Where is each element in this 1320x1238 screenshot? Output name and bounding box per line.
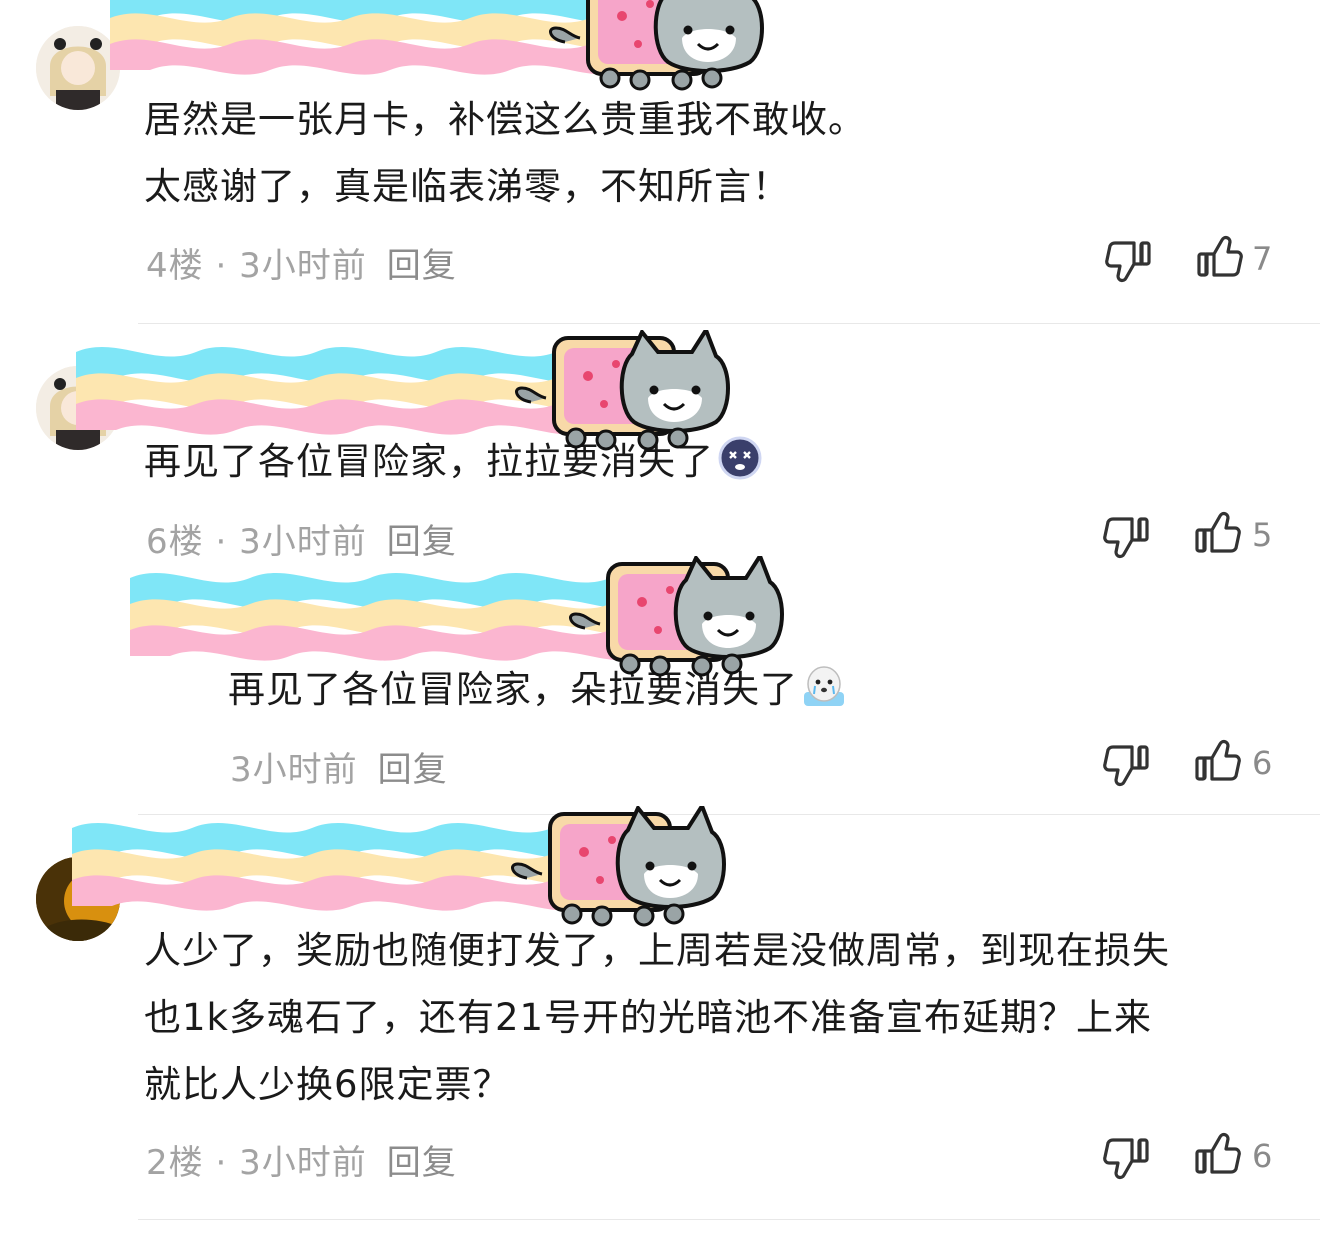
meta-separator: · [203,246,240,286]
timestamp: 3小时前 [239,1143,367,1183]
thumbs-down-icon [1103,1138,1149,1180]
like-count: 6 [1252,1137,1273,1175]
comment-line: 再见了各位冒险家，朵拉要消失了 [228,656,846,723]
like-button[interactable] [1194,232,1244,282]
crying-seal-emoji [804,666,844,706]
comment-line: 也1k多魂石了，还有21号开的光暗池不准备宣布延期？上来 [144,996,1153,1039]
timestamp: 3小时前 [239,522,367,562]
like-button[interactable] [1192,1129,1242,1179]
avatar[interactable] [36,857,120,941]
timestamp: 3小时前 [239,246,367,286]
avatar[interactable] [36,366,120,450]
floor-number: 4楼 [146,246,204,286]
comment-text: 再见了各位冒险家，朵拉要消失了 [228,656,846,723]
thumbs-down-icon [1103,745,1149,787]
thumbs-up-icon [1197,235,1243,277]
meta-separator: · [203,522,240,562]
like-count: 7 [1252,240,1273,278]
comment-meta: 3小时前 回复 [230,742,448,791]
comment-line: 再见了各位冒险家，拉拉要消失了 [144,428,762,495]
thumbs-down-icon [1103,517,1149,559]
comment-line: 太感谢了，真是临表涕零，不知所言！ [144,165,790,208]
comment-text: 再见了各位冒险家，拉拉要消失了 [144,428,762,495]
comment-floor-2: 人少了，奖励也随便打发了，上周若是没做周常，到现在损失 也1k多魂石了，还有21… [0,815,1320,1238]
reply-button[interactable]: 回复 [387,1143,457,1183]
meta-separator: · [203,1143,240,1183]
comment-floor-6: 再见了各位冒险家，拉拉要消失了 6楼 · 3小时前 回复 5 [0,324,1320,564]
reply-button[interactable]: 回复 [387,522,457,562]
avatar[interactable] [36,26,120,110]
like-button[interactable] [1192,508,1242,558]
comment-meta: 4楼 · 3小时前 回复 [146,238,457,287]
divider [138,1219,1320,1220]
comment-line-text: 再见了各位冒险家，朵拉要消失了 [228,668,798,711]
dizzy-face-emoji [718,436,762,480]
thumbs-up-icon [1195,1132,1241,1174]
reply-button[interactable]: 回复 [378,750,448,790]
floor-number: 2楼 [146,1143,204,1183]
dislike-button[interactable] [1102,740,1152,790]
floor-number: 6楼 [146,522,204,562]
thumbs-down-icon [1105,241,1151,283]
like-count: 5 [1252,516,1273,554]
comment-reply: 再见了各位冒险家，朵拉要消失了 3小时前 回复 6 [0,564,1320,815]
comment-line: 就比人少换6限定票？ [144,1063,511,1106]
comment-line-text: 再见了各位冒险家，拉拉要消失了 [144,440,714,483]
timestamp: 3小时前 [230,750,358,790]
dislike-button[interactable] [1102,512,1152,562]
comment-meta: 6楼 · 3小时前 回复 [146,514,457,563]
comment-text: 居然是一张月卡，补偿这么贵重我不敢收。 太感谢了，真是临表涕零，不知所言！ [144,86,866,220]
dislike-button[interactable] [1104,236,1154,286]
reply-button[interactable]: 回复 [387,246,457,286]
comment-line: 人少了，奖励也随便打发了，上周若是没做周常，到现在损失 [144,929,1170,972]
comment-line: 居然是一张月卡，补偿这么贵重我不敢收。 [144,98,866,141]
comment-floor-4: 居然是一张月卡，补偿这么贵重我不敢收。 太感谢了，真是临表涕零，不知所言！ 4楼… [0,0,1320,324]
comment-text: 人少了，奖励也随便打发了，上周若是没做周常，到现在损失 也1k多魂石了，还有21… [144,917,1170,1118]
thumbs-up-icon [1195,739,1241,781]
thumbs-up-icon [1195,511,1241,553]
like-count: 6 [1252,744,1273,782]
comment-meta: 2楼 · 3小时前 回复 [146,1135,457,1184]
dislike-button[interactable] [1102,1133,1152,1183]
like-button[interactable] [1192,736,1242,786]
